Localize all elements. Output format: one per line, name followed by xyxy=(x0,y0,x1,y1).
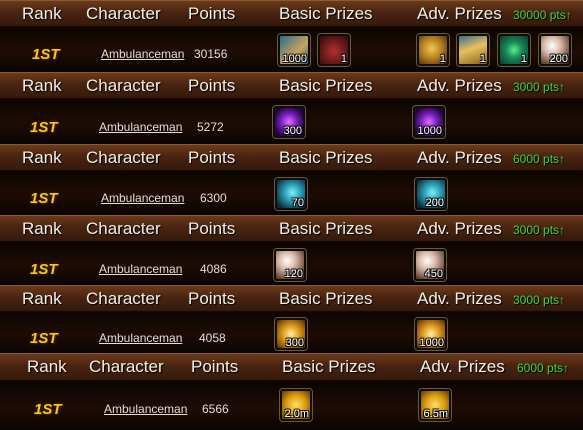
basic-prizes-column-header: Basic Prizes xyxy=(282,357,376,376)
section-header: Rank Character Points Basic Prizes Adv. … xyxy=(0,72,583,99)
prize-quantity: 300 xyxy=(285,337,304,349)
chest-icon[interactable]: 1 xyxy=(318,34,350,66)
leaderboard-row: 1ST Ambulanceman 4086 120 450 xyxy=(0,242,583,285)
pearl-icon[interactable]: 120 xyxy=(274,249,306,281)
prize-quantity: 200 xyxy=(425,197,444,209)
potion-icon[interactable]: 200 xyxy=(415,178,447,210)
basic-prizes-column-header: Basic Prizes xyxy=(279,289,373,308)
points-threshold: 6000 pts↑ xyxy=(517,361,570,375)
pearl-icon[interactable]: 200 xyxy=(539,34,571,66)
points-threshold: 3000 pts↑ xyxy=(513,293,566,307)
rank-column-header: Rank xyxy=(22,76,62,95)
gold-coin-icon[interactable]: 2.0m xyxy=(280,389,312,421)
prize-quantity: 1 xyxy=(439,53,446,65)
leaderboard-row: 1ST Ambulanceman 6566 2.0m 6.5m xyxy=(0,381,583,430)
orb-icon[interactable]: 1000 xyxy=(413,106,445,138)
adv-prizes-column-header: Adv. Prizes xyxy=(417,76,502,95)
leaderboard-row: 1ST Ambulanceman 6300 70 200 xyxy=(0,171,583,215)
basic-prizes-column-header: Basic Prizes xyxy=(279,4,373,23)
adv-prizes-column-header: Adv. Prizes xyxy=(420,357,505,376)
prize-quantity: 1000 xyxy=(282,53,307,65)
prize-quantity: 2.0m xyxy=(284,408,309,420)
rank-column-header: Rank xyxy=(22,4,62,23)
points-value: 30156 xyxy=(194,47,228,61)
points-threshold: 30000 pts↑ xyxy=(513,8,572,22)
prize-quantity: 6.5m xyxy=(423,408,448,420)
points-column-header: Points xyxy=(188,76,236,95)
points-threshold: 3000 pts↑ xyxy=(513,80,566,94)
prize-quantity: 300 xyxy=(283,125,302,137)
prize-quantity: 120 xyxy=(284,268,303,280)
character-link[interactable]: Ambulanceman xyxy=(99,331,182,345)
token-icon[interactable]: 300 xyxy=(275,318,307,350)
section-header: Rank Character Points Basic Prizes Adv. … xyxy=(0,144,583,171)
basic-prizes-column-header: Basic Prizes xyxy=(279,76,373,95)
potion-icon[interactable]: 70 xyxy=(275,178,307,210)
section-header: Rank Character Points Basic Prizes Adv. … xyxy=(0,215,583,242)
character-column-header: Character xyxy=(86,148,161,167)
leaderboard-row: 1ST Ambulanceman 4058 300 1000 xyxy=(0,312,583,353)
rank-badge: 1ST xyxy=(34,401,62,418)
points-value: 6566 xyxy=(202,402,229,416)
rank-column-header: Rank xyxy=(27,357,67,376)
points-column-header: Points xyxy=(188,4,236,23)
leaderboard-row: 1ST Ambulanceman 5272 300 1000 xyxy=(0,99,583,144)
lion-icon[interactable]: 1 xyxy=(417,34,449,66)
points-column-header: Points xyxy=(188,219,236,238)
rank-badge: 1ST xyxy=(30,330,58,347)
rank-column-header: Rank xyxy=(22,289,62,308)
rank-badge: 1ST xyxy=(32,46,60,63)
character-column-header: Character xyxy=(86,289,161,308)
character-column-header: Character xyxy=(86,219,161,238)
character-link[interactable]: Ambulanceman xyxy=(101,191,184,205)
gem-icon[interactable]: 1 xyxy=(498,34,530,66)
basic-prizes-column-header: Basic Prizes xyxy=(279,148,373,167)
adv-prizes-column-header: Adv. Prizes xyxy=(417,4,502,23)
leaderboard-panel: Rank Character Points Basic Prizes Adv. … xyxy=(0,0,583,430)
scroll-icon[interactable]: 1000 xyxy=(278,34,310,66)
prize-quantity: 1 xyxy=(520,53,527,65)
gold-coin-icon[interactable]: 6.5m xyxy=(419,389,451,421)
section-header: Rank Character Points Basic Prizes Adv. … xyxy=(0,0,583,27)
rank-badge: 1ST xyxy=(30,261,58,278)
adv-prizes-column-header: Adv. Prizes xyxy=(417,289,502,308)
prize-quantity: 1000 xyxy=(417,125,442,137)
rank-badge: 1ST xyxy=(30,119,58,136)
points-value: 4058 xyxy=(199,331,226,345)
adv-prizes-column-header: Adv. Prizes xyxy=(417,219,502,238)
token-icon[interactable]: 1000 xyxy=(415,318,447,350)
leaderboard-row: 1ST Ambulanceman 30156 1000 1 1 1 1 200 xyxy=(0,27,583,72)
rank-column-header: Rank xyxy=(22,148,62,167)
orb-icon[interactable]: 300 xyxy=(273,106,305,138)
pearl-icon[interactable]: 450 xyxy=(414,249,446,281)
points-threshold: 3000 pts↑ xyxy=(513,223,566,237)
prize-quantity: 1000 xyxy=(419,337,444,349)
prize-quantity: 200 xyxy=(549,53,568,65)
rank-column-header: Rank xyxy=(22,219,62,238)
gold-scroll-icon[interactable]: 1 xyxy=(457,34,489,66)
prize-quantity: 450 xyxy=(424,268,443,280)
section-header: Rank Character Points Basic Prizes Adv. … xyxy=(0,285,583,312)
points-column-header: Points xyxy=(191,357,239,376)
rank-badge: 1ST xyxy=(30,190,58,207)
prize-quantity: 70 xyxy=(291,197,304,209)
points-value: 4086 xyxy=(200,262,227,276)
character-column-header: Character xyxy=(86,4,161,23)
points-value: 6300 xyxy=(200,191,227,205)
points-column-header: Points xyxy=(188,289,236,308)
points-value: 5272 xyxy=(197,120,224,134)
character-link[interactable]: Ambulanceman xyxy=(101,47,184,61)
character-link[interactable]: Ambulanceman xyxy=(99,262,182,276)
basic-prizes-column-header: Basic Prizes xyxy=(279,219,373,238)
prize-quantity: 1 xyxy=(340,53,347,65)
character-link[interactable]: Ambulanceman xyxy=(99,120,182,134)
character-column-header: Character xyxy=(89,357,164,376)
character-column-header: Character xyxy=(86,76,161,95)
character-link[interactable]: Ambulanceman xyxy=(104,402,187,416)
points-column-header: Points xyxy=(188,148,236,167)
points-threshold: 6000 pts↑ xyxy=(513,152,566,166)
section-header: Rank Character Points Basic Prizes Adv. … xyxy=(0,353,583,381)
prize-quantity: 1 xyxy=(479,53,486,65)
adv-prizes-column-header: Adv. Prizes xyxy=(417,148,502,167)
